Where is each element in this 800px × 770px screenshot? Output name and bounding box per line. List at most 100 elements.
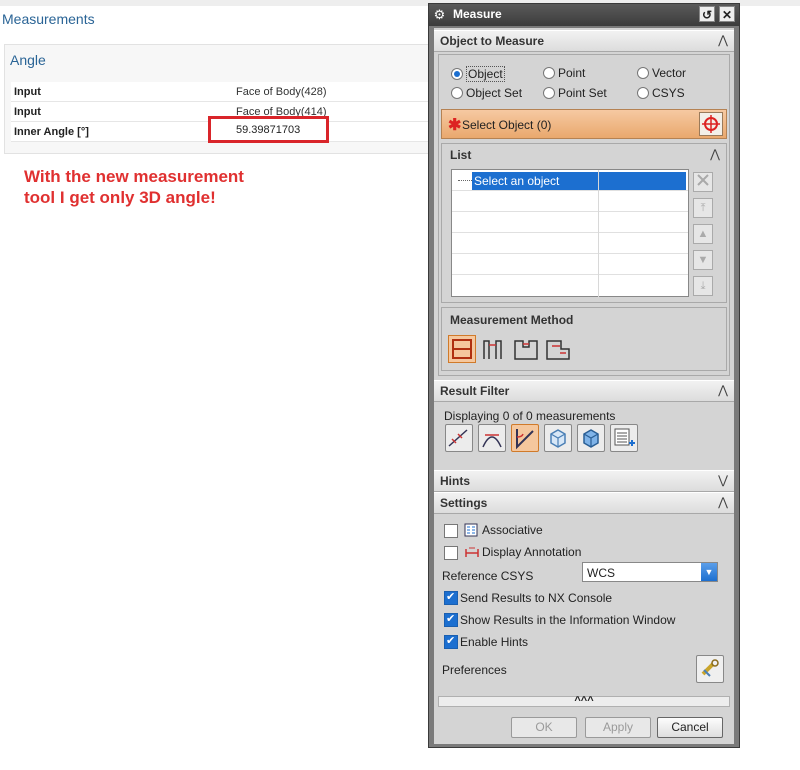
method-maximum-icon[interactable]	[480, 335, 508, 363]
preferences-button[interactable]	[696, 655, 724, 683]
measure-dialog: ⚙ Measure ↺ ✕ Object to Measure ⋀ Object…	[428, 3, 740, 748]
section-label: Hints	[440, 474, 470, 488]
radio-point[interactable]: Point	[543, 66, 585, 80]
radio-dot[interactable]	[543, 67, 555, 79]
filter-list-icon[interactable]	[610, 424, 638, 452]
send-results-label: Send Results to NX Console	[460, 591, 613, 605]
column-divider	[598, 170, 599, 298]
delete-icon[interactable]	[693, 172, 713, 192]
list-item-cell[interactable]	[599, 172, 686, 190]
ok-button[interactable]: OK	[511, 717, 577, 738]
radio-dot[interactable]	[451, 68, 463, 80]
move-down-icon[interactable]: ▼	[693, 250, 713, 270]
measurement-method-panel: Measurement Method	[441, 307, 727, 371]
radio-object[interactable]: Object	[451, 66, 505, 82]
radio-label: Point	[558, 66, 586, 80]
show-results-label: Show Results in the Information Window	[460, 613, 676, 627]
annotation-icon	[464, 545, 480, 559]
chevron-up-icon[interactable]: ⋀	[718, 383, 728, 397]
section-settings[interactable]: Settings ⋀	[434, 492, 734, 514]
highlighted-angle-value: 59.39871703	[208, 116, 329, 143]
move-bottom-icon[interactable]: ⤓	[693, 276, 713, 296]
move-top-icon[interactable]: ⤒	[693, 198, 713, 218]
radio-dot[interactable]	[637, 87, 649, 99]
associative-label: Associative	[482, 523, 543, 537]
select-object-label: Select Object (0)	[462, 118, 552, 132]
apply-button[interactable]: Apply	[585, 717, 651, 738]
inner-angle-value: 59.39871703	[236, 124, 301, 136]
chevron-down-icon[interactable]: ▼	[701, 563, 717, 581]
radio-label: Object	[466, 66, 505, 82]
radio-dot[interactable]	[451, 87, 463, 99]
preferences-label: Preferences	[442, 663, 507, 677]
radio-dot[interactable]	[543, 87, 555, 99]
object-list[interactable]: Select an object	[451, 169, 689, 298]
section-result-filter[interactable]: Result Filter ⋀	[434, 380, 734, 402]
method-gap-icon[interactable]	[512, 335, 540, 363]
object-to-measure-panel: Object Point Vector Object Set Point Set…	[438, 54, 730, 376]
radio-object-set[interactable]: Object Set	[451, 86, 522, 100]
show-results-checkbox[interactable]	[444, 612, 458, 627]
row-label: Input	[14, 106, 41, 118]
filter-arc-icon[interactable]	[478, 424, 506, 452]
radio-dot[interactable]	[637, 67, 649, 79]
move-up-icon[interactable]: ▲	[693, 224, 713, 244]
crosshair-icon[interactable]	[699, 112, 723, 136]
send-results-checkbox[interactable]	[444, 590, 458, 605]
list-item	[452, 233, 688, 254]
list-item	[452, 254, 688, 275]
list-item-label[interactable]: Select an object	[472, 172, 600, 190]
list-header: List	[450, 148, 472, 162]
radio-label: Vector	[652, 66, 687, 80]
list-item	[452, 191, 688, 212]
display-annotation-label: Display Annotation	[482, 545, 582, 559]
settings-panel: Associative Display Annotation Reference…	[434, 513, 734, 693]
annotation-text: With the new measurement tool I get only…	[24, 166, 324, 208]
select-object-bar[interactable]: ✱ Select Object (0)	[441, 109, 727, 139]
display-annotation-checkbox[interactable]	[444, 546, 458, 560]
method-clearance-icon[interactable]	[544, 335, 572, 363]
row-value: Face of Body(428)	[236, 86, 327, 98]
section-label: Result Filter	[440, 384, 510, 398]
radio-vector[interactable]: Vector	[637, 66, 686, 80]
associative-checkbox[interactable]	[444, 524, 458, 538]
section-object-to-measure[interactable]: Object to Measure ⋀	[434, 30, 734, 52]
list-item	[452, 212, 688, 233]
section-hints[interactable]: Hints ⋁	[434, 470, 734, 492]
gear-icon[interactable]: ⚙	[432, 7, 447, 22]
reference-csys-value: WCS	[587, 566, 615, 580]
reference-csys-select[interactable]: WCS ▼	[582, 562, 718, 582]
list-item[interactable]: Select an object	[452, 170, 688, 191]
section-label: Object to Measure	[440, 34, 545, 48]
cancel-button[interactable]: Cancel	[657, 717, 723, 738]
close-button[interactable]: ✕	[719, 6, 735, 22]
radio-csys[interactable]: CSYS	[637, 86, 685, 100]
enable-hints-label: Enable Hints	[460, 635, 529, 649]
method-minimum-icon[interactable]	[448, 335, 476, 363]
reference-csys-label: Reference CSYS	[442, 569, 534, 583]
filter-area-icon[interactable]	[544, 424, 572, 452]
chevron-down-icon[interactable]: ⋁	[718, 473, 728, 487]
dialog-title: Measure	[453, 7, 502, 21]
chevron-up-icon[interactable]: ⋀	[710, 147, 720, 161]
radio-label: Point Set	[558, 86, 607, 100]
result-filter-status: Displaying 0 of 0 measurements	[444, 409, 616, 423]
dialog-body: Object to Measure ⋀ Object Point Vector …	[434, 28, 734, 744]
angle-title: Angle	[10, 52, 46, 68]
annotation-line: With the new measurement	[24, 167, 244, 186]
tree-line	[458, 180, 472, 181]
required-icon: ✱	[448, 117, 462, 134]
table-row: Input Face of Body(428)	[11, 82, 441, 102]
radio-label: Object Set	[466, 86, 523, 100]
expand-more-button[interactable]: ^^^	[438, 696, 730, 707]
filter-volume-icon[interactable]	[577, 424, 605, 452]
filter-distance-icon[interactable]	[445, 424, 473, 452]
filter-angle-icon[interactable]	[511, 424, 539, 452]
section-label: Settings	[440, 496, 488, 510]
chevron-up-icon[interactable]: ⋀	[718, 495, 728, 509]
radio-point-set[interactable]: Point Set	[543, 86, 607, 100]
enable-hints-checkbox[interactable]	[444, 634, 458, 649]
chevron-up-icon[interactable]: ⋀	[718, 33, 728, 47]
list-panel: List ⋀ Select an object ⤒ ▲ ▼ ⤓	[441, 143, 727, 303]
reset-button[interactable]: ↺	[699, 6, 715, 22]
